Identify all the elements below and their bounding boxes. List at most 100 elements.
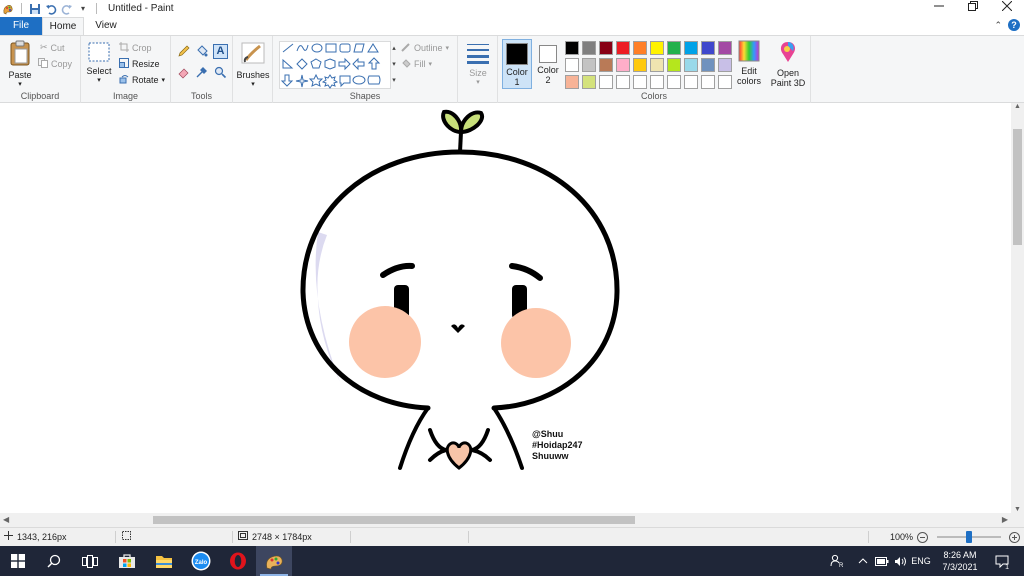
task-view-icon[interactable] (72, 546, 108, 576)
tab-view[interactable]: View (86, 17, 126, 35)
palette-swatch[interactable] (565, 41, 579, 55)
vertical-scrollbar[interactable]: ▲ ▼ (1011, 103, 1024, 513)
palette-swatch[interactable] (667, 41, 681, 55)
horizontal-scrollbar[interactable]: ◀ ▶ (0, 513, 1011, 527)
palette-swatch[interactable] (650, 58, 664, 72)
palette-swatch[interactable] (684, 58, 698, 72)
store-icon[interactable] (109, 546, 145, 576)
drawing-canvas[interactable]: @Shuu #Hoidap247 Shuuww (0, 103, 1011, 513)
people-icon[interactable]: R (822, 546, 852, 576)
color-picker-icon[interactable] (195, 65, 211, 82)
shapes-gallery[interactable] (279, 41, 391, 89)
fill-bucket-icon[interactable] (195, 44, 211, 61)
zoom-in-icon[interactable] (1009, 528, 1020, 546)
palette-swatch[interactable] (633, 75, 647, 89)
vertical-scroll-thumb[interactable] (1013, 129, 1022, 245)
horizontal-scroll-thumb[interactable] (153, 516, 635, 524)
palette-swatch[interactable] (582, 75, 596, 89)
palette-swatch[interactable] (718, 75, 732, 89)
size-button[interactable]: Size ▾ (462, 42, 494, 86)
palette-swatch[interactable] (582, 58, 596, 72)
scroll-down-icon[interactable]: ▼ (1011, 506, 1024, 513)
scroll-right-icon[interactable]: ▶ (1002, 513, 1008, 527)
file-explorer-icon[interactable] (146, 546, 182, 576)
fill-button[interactable]: Fill ▾ (401, 58, 432, 70)
cut-button[interactable]: ✂ Cut (40, 42, 65, 53)
edit-colors-button[interactable]: Edit colors (731, 40, 767, 86)
outline-button[interactable]: Outline ▾ (401, 42, 449, 54)
opera-icon[interactable] (220, 546, 256, 576)
open-paint3d-label: Open Paint 3D (770, 68, 806, 88)
palette-swatch[interactable] (701, 58, 715, 72)
palette-swatch[interactable] (616, 41, 630, 55)
rotate-button[interactable]: Rotate ▾ (119, 74, 165, 86)
paste-button[interactable]: Paste ▾ (6, 40, 34, 88)
collapse-ribbon-icon[interactable]: ⌃ (994, 20, 1002, 31)
volume-icon[interactable] (891, 546, 909, 576)
pencil-icon[interactable] (177, 44, 193, 61)
palette-swatch[interactable] (650, 41, 664, 55)
palette-swatch[interactable] (684, 75, 698, 89)
resize-button[interactable]: Resize (119, 58, 160, 70)
palette-swatch[interactable] (582, 41, 596, 55)
palette-swatch[interactable] (650, 75, 664, 89)
scroll-up-icon[interactable]: ▲ (1011, 103, 1024, 110)
zoom-out-icon[interactable] (917, 528, 928, 546)
select-dropdown-icon[interactable]: ▾ (85, 76, 113, 84)
palette-swatch[interactable] (633, 58, 647, 72)
palette-swatch[interactable] (565, 75, 579, 89)
tab-file[interactable]: File (0, 17, 42, 35)
clock[interactable]: 8:26 AM 7/3/2021 (930, 549, 990, 573)
palette-swatch[interactable] (701, 41, 715, 55)
eraser-icon[interactable] (177, 65, 193, 82)
battery-icon[interactable] (873, 546, 891, 576)
text-icon[interactable]: A (213, 44, 228, 59)
palette-swatch[interactable] (667, 58, 681, 72)
magnifier-icon[interactable] (213, 65, 229, 82)
palette-swatch[interactable] (718, 58, 732, 72)
close-icon[interactable] (990, 0, 1024, 17)
palette-swatch[interactable] (667, 75, 681, 89)
restore-icon[interactable] (956, 0, 990, 17)
palette-swatch[interactable] (684, 41, 698, 55)
rotate-dropdown-icon[interactable]: ▾ (162, 76, 166, 84)
palette-swatch[interactable] (616, 58, 630, 72)
palette-swatch[interactable] (599, 41, 613, 55)
brushes-button[interactable]: Brushes ▾ (235, 40, 271, 88)
undo-icon[interactable] (45, 3, 57, 15)
start-icon[interactable] (0, 546, 36, 576)
palette-swatch[interactable] (616, 75, 630, 89)
palette-swatch[interactable] (565, 58, 579, 72)
palette-swatch[interactable] (633, 41, 647, 55)
shapes-scroll[interactable]: ▴ ▾ ▾ (391, 41, 397, 89)
minimize-icon[interactable] (922, 0, 956, 17)
save-icon[interactable] (29, 3, 41, 15)
paint-app-icon[interactable] (2, 3, 14, 15)
show-hidden-icons-icon[interactable] (852, 546, 874, 576)
zalo-icon[interactable]: Zalo (183, 546, 219, 576)
zoom-slider[interactable] (937, 531, 1001, 543)
palette-swatch[interactable] (599, 58, 613, 72)
help-icon[interactable]: ? (1008, 19, 1020, 31)
tab-home[interactable]: Home (42, 17, 84, 35)
notifications-icon[interactable]: 1 (990, 546, 1014, 576)
size-group[interactable]: Size ▾ (458, 36, 498, 103)
palette-swatch[interactable] (701, 75, 715, 89)
zoom-slider-knob[interactable] (966, 531, 972, 543)
palette-swatch[interactable] (718, 41, 732, 55)
customize-toolbar-icon[interactable]: ▾ (77, 3, 89, 15)
palette-swatch[interactable] (599, 75, 613, 89)
copy-button[interactable]: Copy (38, 58, 72, 70)
search-icon[interactable] (36, 546, 72, 576)
paste-dropdown-icon[interactable]: ▾ (6, 80, 34, 88)
color2-button[interactable]: Color 2 (534, 39, 562, 89)
scroll-left-icon[interactable]: ◀ (3, 513, 9, 527)
brushes-dropdown-icon[interactable]: ▾ (235, 80, 271, 88)
color1-button[interactable]: Color 1 (502, 39, 532, 89)
redo-icon[interactable] (61, 3, 73, 15)
select-button[interactable]: Select ▾ (85, 42, 113, 84)
paint-icon[interactable] (256, 546, 292, 576)
open-paint3d-button[interactable]: Open Paint 3D (768, 40, 808, 88)
crop-button[interactable]: Crop (119, 42, 152, 54)
brushes-group[interactable]: Brushes ▾ (233, 36, 273, 103)
